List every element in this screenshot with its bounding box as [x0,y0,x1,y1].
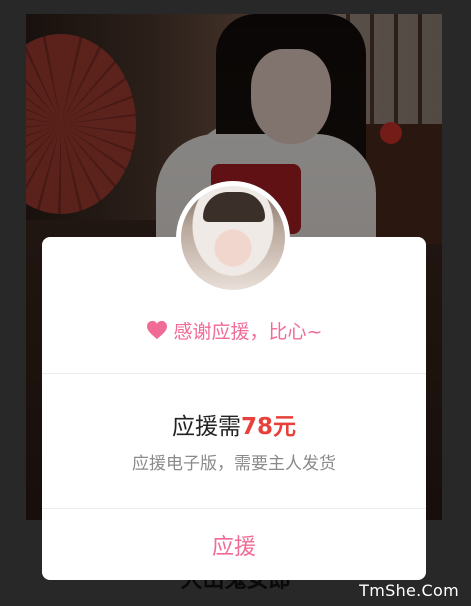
thanks-text: 感谢应援，比心~ [173,320,323,343]
price-description: 应援电子版，需要主人发货 [132,454,336,474]
support-button[interactable]: 应援 [42,509,426,580]
price-prefix: 应援需 [171,414,241,440]
avatar [181,186,285,290]
price-line: 应援需78元 [42,407,426,441]
divider-top [42,373,426,374]
thanks-message: 感谢应援，比心~ [42,317,426,343]
watermark: TmShe.Com [359,581,459,600]
price-amount: 78元 [240,414,296,440]
heart-icon [146,320,167,340]
